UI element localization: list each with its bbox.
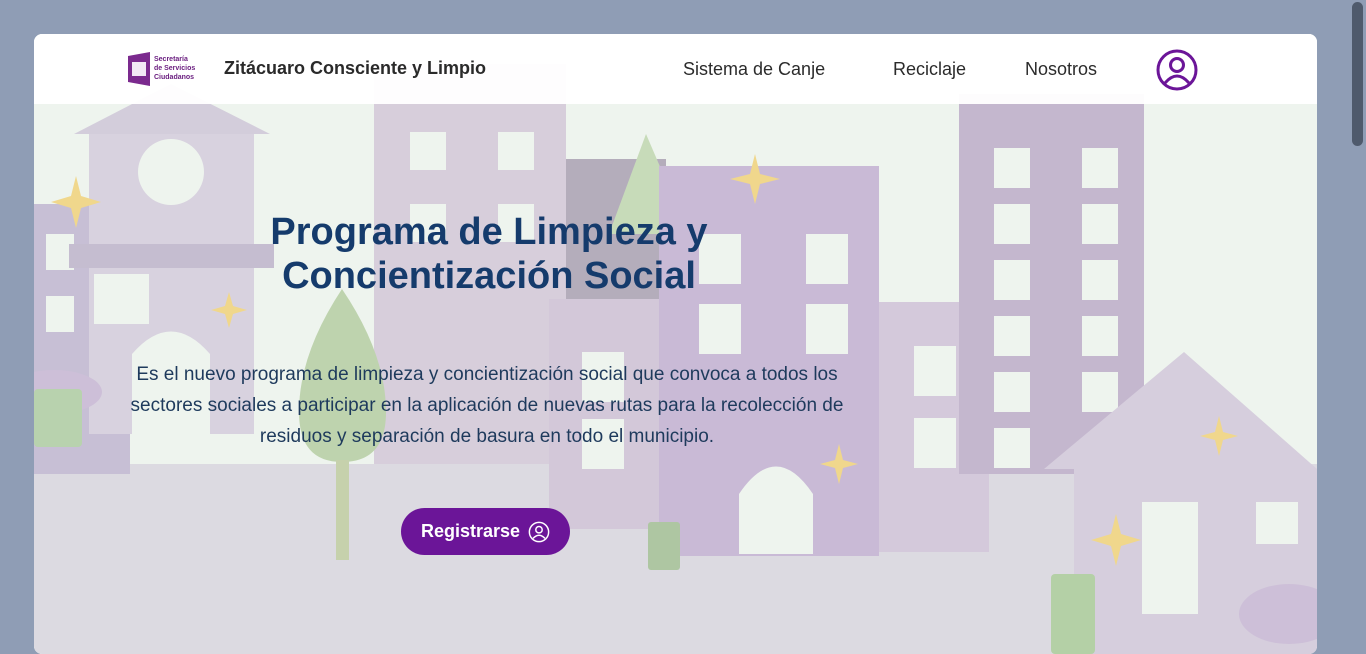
register-button-label: Registrarse (420, 521, 521, 541)
navbar: Secretaría de Servicios Ciudadanos Zitác… (34, 34, 1317, 104)
logo-line-3: Ciudadanos (154, 74, 194, 81)
nav-link-reciclaje[interactable]: Reciclaje (893, 59, 966, 80)
hero-description: Es el nuevo programa de limpieza y conci… (130, 364, 844, 447)
hero-title: Programa de Limpieza y Concientización S… (270, 211, 708, 297)
city-illustration (34, 34, 1317, 654)
user-circle-icon[interactable] (1156, 49, 1198, 91)
nav-link-sistema-de-canje[interactable]: Sistema de Canje (683, 59, 825, 80)
logo-line-1: Secretaría (154, 56, 188, 63)
register-button[interactable]: Registrarse (401, 508, 570, 555)
page-card: Secretaría de Servicios Ciudadanos Zitác… (34, 34, 1317, 654)
page-scrollbar[interactable] (1349, 0, 1366, 637)
secretaria-logo[interactable]: Secretaría de Servicios Ciudadanos (126, 52, 212, 86)
nav-link-nosotros[interactable]: Nosotros (1025, 59, 1097, 80)
logo-line-2: de Servicios (154, 65, 195, 72)
scrollbar-thumb[interactable] (1352, 2, 1363, 146)
user-circle-icon (528, 521, 550, 542)
brand-name[interactable]: Zitácuaro Consciente y Limpio (224, 58, 486, 79)
